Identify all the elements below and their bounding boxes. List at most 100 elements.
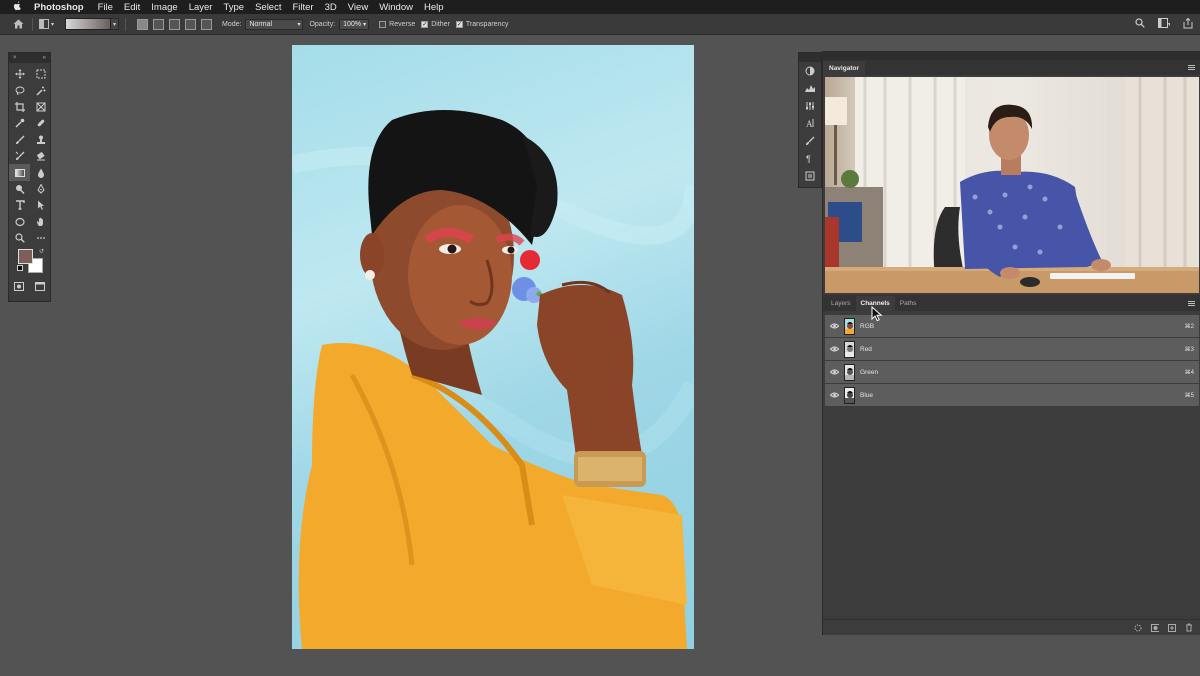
tab-layers[interactable]: Layers xyxy=(826,296,856,311)
chevron-down-icon: ▾ xyxy=(51,21,55,28)
menu-filter[interactable]: Filter xyxy=(292,2,313,13)
dither-checkbox[interactable]: ✓ Dither xyxy=(421,20,450,28)
ellipse-tool-icon[interactable] xyxy=(9,214,30,230)
navigator-preview[interactable] xyxy=(825,77,1199,293)
paragraph-panel-icon[interactable]: ¶ xyxy=(799,150,821,168)
channel-row-blue[interactable]: Blue ⌘5 xyxy=(825,384,1199,407)
checkmark-icon: ✓ xyxy=(421,20,429,28)
properties-panel-icon[interactable] xyxy=(799,167,821,185)
opacity-label: Opacity: xyxy=(309,20,336,28)
dock-header[interactable] xyxy=(799,53,821,62)
gradient-picker-chevron-icon[interactable]: ▾ xyxy=(111,18,119,30)
screen-mode-icon[interactable] xyxy=(34,278,45,296)
color-panel-icon[interactable] xyxy=(799,62,821,80)
document-canvas[interactable] xyxy=(292,45,694,649)
history-brush-tool-icon[interactable] xyxy=(9,148,30,164)
channel-thumbnail-green xyxy=(844,363,855,381)
brush-settings-icon[interactable] xyxy=(799,132,821,150)
visibility-eye-icon[interactable] xyxy=(828,323,840,329)
frame-tool-icon[interactable] xyxy=(30,99,51,115)
collapsed-panel-dock: A ¶ xyxy=(798,52,822,188)
apple-icon[interactable] xyxy=(0,0,34,14)
histogram-icon[interactable] xyxy=(799,80,821,98)
navigator-panel: Navigator xyxy=(822,60,1200,295)
diamond-gradient-button[interactable] xyxy=(201,18,212,30)
tab-paths[interactable]: Paths xyxy=(895,296,922,311)
menu-help[interactable]: Help xyxy=(424,2,444,13)
share-icon[interactable] xyxy=(1182,17,1194,29)
healing-brush-tool-icon[interactable] xyxy=(30,115,51,131)
swap-colors-icon[interactable]: ↺ xyxy=(39,248,44,255)
delete-channel-icon[interactable] xyxy=(1185,623,1193,632)
more-tools-icon[interactable] xyxy=(30,230,51,246)
lasso-tool-icon[interactable] xyxy=(9,82,30,98)
new-channel-icon[interactable] xyxy=(1168,623,1176,632)
clone-stamp-tool-icon[interactable] xyxy=(30,132,51,148)
transparency-checkbox[interactable]: ✓ Transparency xyxy=(455,20,508,28)
quick-mask-icon[interactable] xyxy=(14,278,25,296)
load-selection-icon[interactable] xyxy=(1134,624,1142,632)
reverse-checkbox[interactable]: Reverse xyxy=(379,20,416,28)
menu-edit[interactable]: Edit xyxy=(124,2,140,13)
marquee-tool-icon[interactable] xyxy=(30,66,51,82)
menu-view[interactable]: View xyxy=(348,2,368,13)
channel-row-red[interactable]: Red ⌘3 xyxy=(825,338,1199,361)
gradient-preview[interactable] xyxy=(65,18,111,30)
crop-tool-icon[interactable] xyxy=(9,99,30,115)
chevron-down-icon: ▾ xyxy=(363,21,367,28)
workspace-icon[interactable]: ▾ xyxy=(1158,17,1170,29)
app-name[interactable]: Photoshop xyxy=(34,2,84,13)
mode-label: Mode: xyxy=(222,20,242,28)
blur-tool-icon[interactable] xyxy=(30,164,51,180)
angle-gradient-button[interactable] xyxy=(169,18,180,30)
tool-grid xyxy=(9,63,50,246)
move-tool-icon[interactable] xyxy=(9,66,30,82)
radial-gradient-button[interactable] xyxy=(153,18,164,30)
search-icon[interactable] xyxy=(1134,17,1146,29)
gradient-tool-icon[interactable] xyxy=(9,164,30,181)
type-tool-icon[interactable] xyxy=(9,197,30,213)
reflected-gradient-button[interactable] xyxy=(185,18,196,30)
default-colors-icon[interactable] xyxy=(17,265,23,272)
chevron-down-icon: ▾ xyxy=(297,21,301,28)
reverse-label: Reverse xyxy=(389,20,416,28)
tool-preset-picker[interactable]: ▾ xyxy=(39,18,57,30)
zoom-tool-icon[interactable] xyxy=(9,230,30,246)
menu-layer[interactable]: Layer xyxy=(189,2,213,13)
channel-shortcut: ⌘4 xyxy=(1184,369,1194,376)
panel-menu-icon[interactable] xyxy=(1188,301,1195,306)
brush-tool-icon[interactable] xyxy=(9,132,30,148)
character-panel-icon[interactable]: A xyxy=(799,115,821,133)
foreground-color-swatch[interactable] xyxy=(18,249,33,265)
hand-tool-icon[interactable] xyxy=(30,214,51,230)
menu-image[interactable]: Image xyxy=(151,2,177,13)
close-icon[interactable]: × xyxy=(13,55,17,61)
eyedropper-tool-icon[interactable] xyxy=(9,115,30,131)
collapse-icon[interactable]: « xyxy=(43,55,46,61)
tools-panel-header[interactable]: × « xyxy=(9,53,50,63)
home-icon[interactable] xyxy=(10,17,26,31)
channel-row-green[interactable]: Green ⌘4 xyxy=(825,361,1199,384)
menu-3d[interactable]: 3D xyxy=(325,2,337,13)
save-selection-icon[interactable] xyxy=(1151,623,1159,632)
channel-thumbnail-red xyxy=(844,340,855,358)
visibility-eye-icon[interactable] xyxy=(828,369,840,375)
dodge-tool-icon[interactable] xyxy=(9,181,30,197)
magic-wand-tool-icon[interactable] xyxy=(30,82,51,98)
eraser-tool-icon[interactable] xyxy=(30,148,51,164)
visibility-eye-icon[interactable] xyxy=(828,392,840,398)
menu-select[interactable]: Select xyxy=(255,2,281,13)
linear-gradient-button[interactable] xyxy=(137,18,148,30)
path-selection-tool-icon[interactable] xyxy=(30,197,51,213)
opacity-input[interactable]: 100% ▾ xyxy=(339,18,370,30)
mode-select[interactable]: Normal ▾ xyxy=(245,18,304,30)
menu-type[interactable]: Type xyxy=(223,2,244,13)
adjustments-icon[interactable] xyxy=(799,97,821,115)
pen-tool-icon[interactable] xyxy=(30,181,51,197)
color-swatches: ↺ xyxy=(9,246,50,274)
visibility-eye-icon[interactable] xyxy=(828,346,840,352)
tab-navigator[interactable]: Navigator xyxy=(823,61,865,75)
panel-menu-icon[interactable] xyxy=(1188,65,1195,70)
menu-file[interactable]: File xyxy=(98,2,113,13)
menu-window[interactable]: Window xyxy=(379,2,413,13)
